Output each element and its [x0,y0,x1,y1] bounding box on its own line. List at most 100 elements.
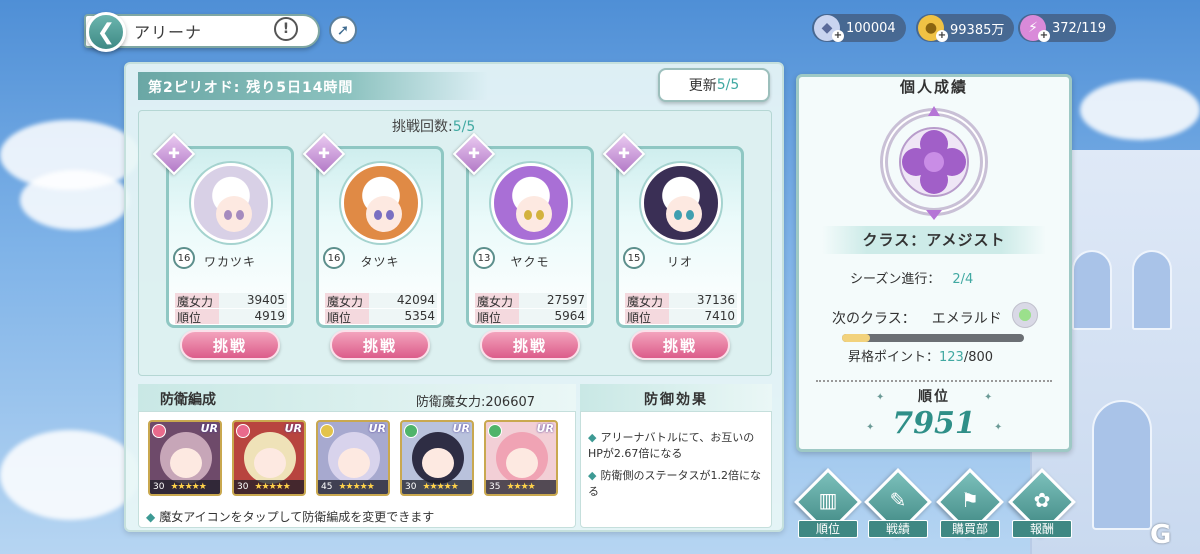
nav-shop-button[interactable]: ⚑ 購買部 [936,468,1004,542]
hero-footer: 30 ★★★★★ [234,480,304,494]
hero-face [422,448,454,478]
points-max: /800 [963,350,994,365]
refresh-button[interactable]: 更新 5/5 [658,68,770,102]
currency-stamina[interactable]: ⚡ + 372/119 [1018,14,1117,42]
currency-diamond[interactable]: ◆ + 100004 [812,14,906,42]
opponent-name: リオ [666,255,693,269]
opponent-card[interactable]: ✚ 13 ヤクモ 魔女力 27597 順位 5964 [452,132,594,328]
hero-face [170,448,202,478]
cloud [20,170,130,230]
bullet-icon: ◆ [588,431,597,444]
back-button[interactable]: ❮ [86,12,126,52]
cloud [1080,80,1200,140]
hero-face [254,448,286,478]
opponent-power: 魔女力 37136 [625,293,737,309]
sparkle-icon: ✦ [994,422,1003,433]
nav-record-button[interactable]: ✎ 戦績 [864,468,932,542]
plus-icon: + [832,30,844,42]
opponent-name: ワカツキ [203,255,256,269]
power-value: 27597 [519,293,587,308]
opponent-card[interactable]: ✚ 16 ワカツキ 魔女力 39405 順位 4919 [152,132,294,328]
currency-value: 99385万 [950,22,1005,38]
opponent-name: タツキ [360,255,400,269]
rarity-badge: UR [536,422,554,435]
rarity-badge: UR [200,422,218,435]
currency-value: 100004 [846,20,896,36]
nav-label: 戦績 [868,520,928,538]
element-icon [152,424,166,438]
challenge-button[interactable]: 挑戦 [480,330,580,360]
hero-level: 30 [405,482,417,492]
sparkle-icon: ✦ [984,392,993,403]
opponent-rank: 順位 5354 [325,309,437,325]
sparkle-icon: ✦ [876,392,885,403]
element-icon [404,424,418,438]
points-value: 123 [939,350,964,365]
nav-reward-button[interactable]: ✿ 報酬 [1008,468,1076,542]
refresh-count: 5/5 [716,77,740,93]
element-icon [320,424,334,438]
element-icon [236,424,250,438]
bullet-icon: ◆ [588,469,597,482]
opponent-name: ヤクモ [510,255,550,269]
next-class: 次のクラス： エメラルド [832,308,1002,328]
hero-stars: ★★★★★ [422,482,458,492]
nav-label: 購買部 [940,520,1000,538]
opponent-avatar [191,163,271,243]
promotion-points: 昇格ポイント：123/800 [848,346,993,365]
hero-footer: 30 ★★★★★ [150,480,220,494]
sparkle-icon: ✦ [866,422,875,433]
hero-level: 30 [237,482,249,492]
opponent-avatar [491,163,571,243]
refresh-label: 更新 [688,78,717,94]
defense-power: 防衛魔女力:206607 [416,395,536,410]
record-icon: ✎ [889,488,907,512]
hero-face [506,448,538,478]
defense-hero-card[interactable]: UR 30 ★★★★★ [400,420,474,496]
opponent-card[interactable]: ✚ 15 リオ 魔女力 37136 順位 7410 [602,132,744,328]
effect-title: 防御効果 [644,392,708,408]
hero-footer: 30 ★★★★★ [402,480,472,494]
challenge-button[interactable]: 挑戦 [630,330,730,360]
defense-hero-card[interactable]: UR 35 ★★★★ [484,420,558,496]
hero-stars: ★★★★★ [254,482,290,492]
defense-hero-card[interactable]: UR 30 ★★★★★ [148,420,222,496]
hero-level: 30 [153,482,165,492]
opponent-rank: 順位 5964 [475,309,587,325]
opponent-card[interactable]: ✚ 16 タツキ 魔女力 42094 順位 5354 [302,132,444,328]
help-icon[interactable]: ! [274,17,298,41]
compass-icon[interactable]: ➚ [329,16,357,44]
power-label: 魔女力 [625,293,669,309]
challenge-count: 挑戦回数:5/5 [392,116,475,136]
watermark-logo: G [1150,520,1172,550]
defense-hero-card[interactable]: UR 45 ★★★★★ [316,420,390,496]
power-value: 42094 [369,293,437,308]
rarity-badge: UR [284,422,302,435]
currency-value: 372/119 [1052,20,1107,36]
opponent-power: 魔女力 42094 [325,293,437,309]
hero-footer: 35 ★★★★ [486,480,556,494]
hero-stars: ★★★★★ [170,482,206,492]
rank-label: 順位 [625,309,669,325]
challenge-count-label: 挑戦回数: [392,119,453,135]
promotion-progress-fill [842,334,871,342]
defense-note-text: 魔女アイコンをタップして防衛編成を変更できます [159,510,435,524]
rank-value: 7410 [669,309,737,324]
period-banner: 第2ピリオド: 残り5日14時間 [138,72,488,100]
effect-item-text: アリーナバトルにて、お互いのHPが2.67倍になる [588,431,755,460]
rarity-badge: UR [368,422,386,435]
defense-title: 防衛編成 [160,392,216,408]
nav-ranking-button[interactable]: ▥ 順位 [794,468,862,542]
back-arrow-icon: ❮ [96,19,116,45]
hero-stars: ★★★★ [506,482,535,492]
hero-stars: ★★★★★ [338,482,374,492]
personal-rank-value: 7951 [892,406,976,441]
rank-value: 4919 [219,309,287,324]
opponent-power: 魔女力 39405 [175,293,287,309]
challenge-button[interactable]: 挑戦 [330,330,430,360]
challenge-count-value: 5/5 [452,119,476,135]
defense-hero-card[interactable]: UR 30 ★★★★★ [232,420,306,496]
challenge-button[interactable]: 挑戦 [180,330,280,360]
opponent-avatar [641,163,721,243]
currency-coin[interactable]: ● + 99385万 [916,14,1015,42]
